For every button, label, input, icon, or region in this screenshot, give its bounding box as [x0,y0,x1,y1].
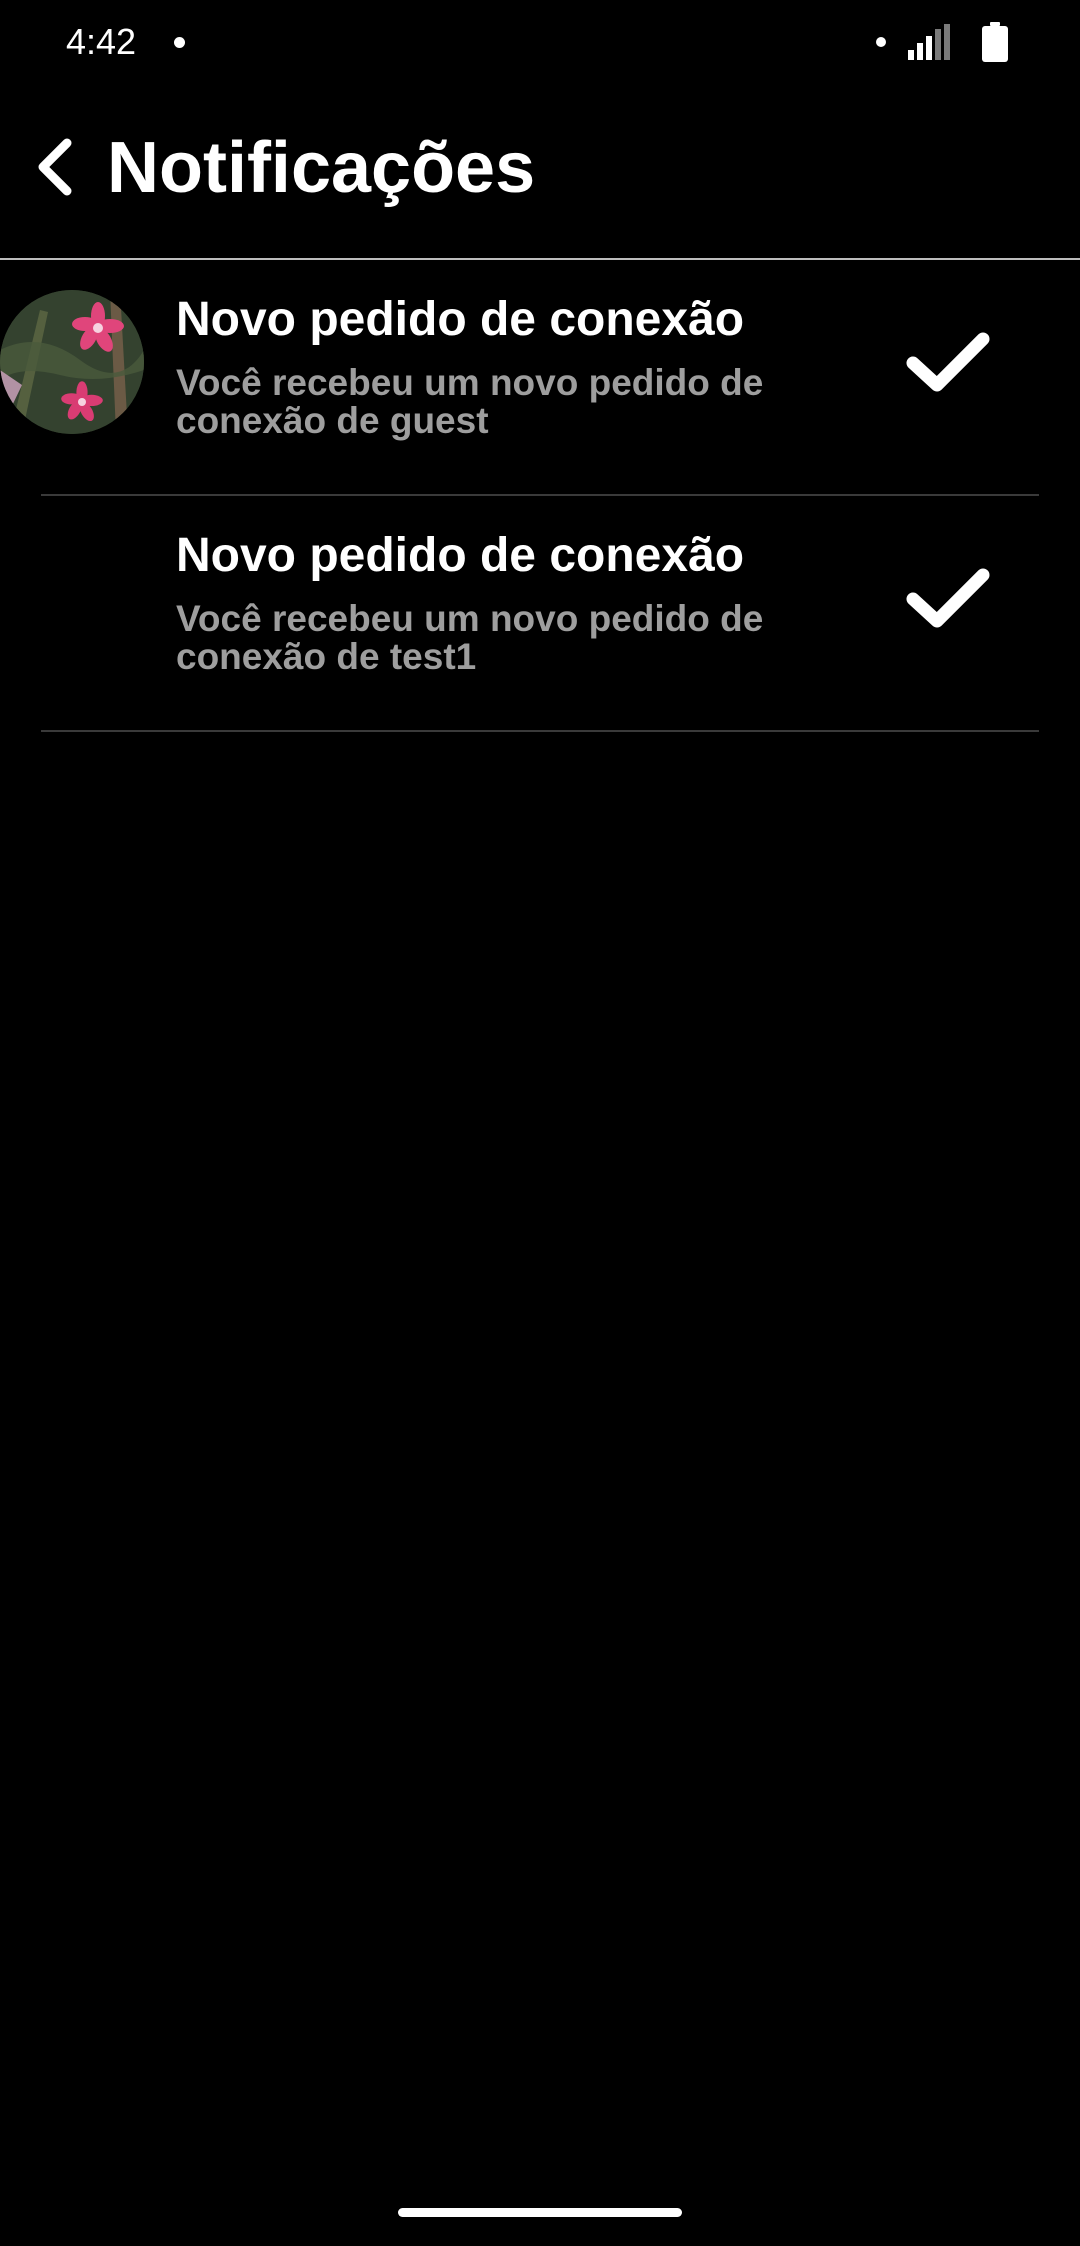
home-indicator[interactable] [398,2208,682,2217]
notification-dot-icon [174,37,185,48]
check-icon [906,568,990,628]
app-bar: Notificações [0,84,1080,260]
notification-body: Você recebeu um novo pedido de conexão d… [176,598,764,677]
notification-item[interactable]: Novo pedido de conexão Você recebeu um n… [0,496,1080,732]
battery-icon [982,22,1008,62]
notification-list: Novo pedido de conexão Você recebeu um n… [0,260,1080,732]
avatar [0,290,144,434]
back-button[interactable] [22,124,88,210]
notification-item[interactable]: Novo pedido de conexão Você recebeu um n… [0,260,1080,496]
accept-button[interactable] [900,558,996,638]
chevron-left-icon [38,138,72,196]
page-title: Notificações [107,128,536,208]
status-bar: 4:42 [0,0,1080,84]
notification-body: Você recebeu um novo pedido de conexão d… [176,362,764,441]
status-time: 4:42 [66,21,137,62]
status-dot-icon [876,37,886,47]
accept-button[interactable] [900,322,996,402]
signal-icon [908,24,950,60]
check-icon [906,332,990,392]
notification-title: Novo pedido de conexão [176,529,745,582]
notification-title: Novo pedido de conexão [176,293,745,346]
